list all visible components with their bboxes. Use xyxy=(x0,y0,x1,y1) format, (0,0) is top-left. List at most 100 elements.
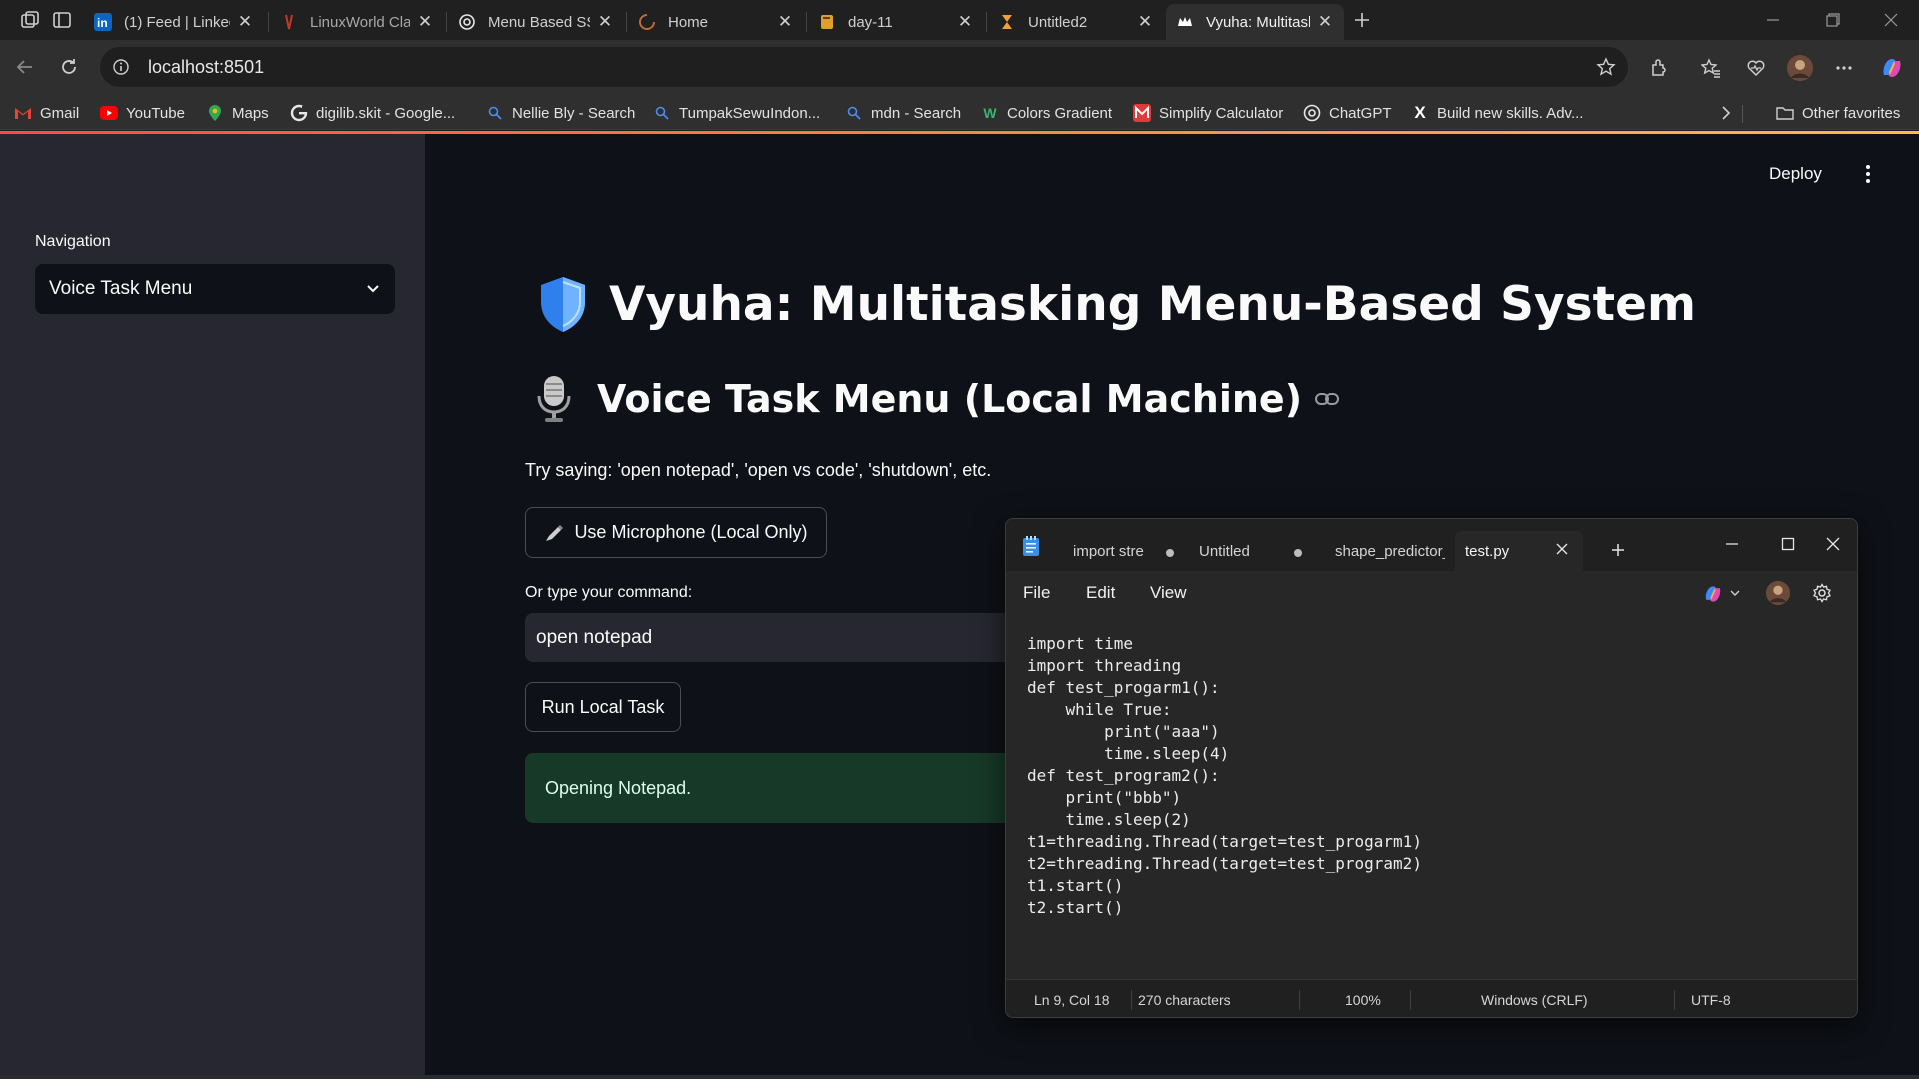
close-window-icon[interactable] xyxy=(1868,4,1914,36)
search-icon xyxy=(653,104,671,122)
minimize-icon[interactable] xyxy=(1712,529,1752,559)
vertical-tabs-icon[interactable] xyxy=(46,6,78,34)
notepad-status-bar: Ln 9, Col 18 270 characters 100% Windows… xyxy=(1006,979,1857,1017)
menu-view[interactable]: View xyxy=(1150,583,1187,603)
hint-text: Try saying: 'open notepad', 'open vs cod… xyxy=(525,460,992,480)
chevron-right-icon[interactable] xyxy=(1720,100,1732,126)
close-icon[interactable] xyxy=(1555,542,1569,556)
close-icon[interactable]: ✕ xyxy=(236,12,254,32)
maximize-icon[interactable] xyxy=(1768,529,1808,559)
deploy-button[interactable]: Deploy xyxy=(1769,164,1822,184)
code-line: print("bbb") xyxy=(1027,788,1182,807)
sidebar: Navigation Voice Task Menu xyxy=(0,134,425,1079)
address-bar[interactable]: localhost:8501 xyxy=(100,47,1628,87)
extensions-icon[interactable] xyxy=(1643,52,1675,84)
favorites-icon[interactable] xyxy=(1695,52,1727,84)
back-arrow-icon[interactable] xyxy=(8,50,42,84)
bookmark-label: Gmail xyxy=(40,104,80,122)
encoding[interactable]: UTF-8 xyxy=(1691,992,1731,1008)
settings-gear-icon[interactable] xyxy=(1812,583,1832,603)
bookmark-digilib[interactable]: digilib.skit - Google... xyxy=(290,100,455,126)
menu-file[interactable]: File xyxy=(1023,583,1050,603)
bookmark-simplify-calculator[interactable]: Simplify Calculator xyxy=(1133,100,1283,126)
tab-title: Home xyxy=(668,13,709,31)
close-icon[interactable]: ✕ xyxy=(776,12,794,32)
new-tab-icon[interactable] xyxy=(1598,535,1638,565)
use-microphone-button[interactable]: Use Microphone (Local Only) xyxy=(525,507,827,558)
browser-tab-untitled2[interactable]: Untitled2 ✕ xyxy=(988,4,1164,40)
notepad-tab-shape-predictor[interactable]: shape_predictor_ xyxy=(1325,531,1455,571)
notepad-text-editor[interactable]: import time import threading def test_pr… xyxy=(1006,615,1857,975)
tab-separator xyxy=(626,12,627,32)
browser-tab-linuxworld[interactable]: LinuxWorld Classroom ✕ xyxy=(270,4,444,40)
openai-icon xyxy=(458,13,476,31)
close-icon[interactable]: ✕ xyxy=(416,12,434,32)
close-icon[interactable]: ✕ xyxy=(1136,12,1154,32)
bookmark-gmail[interactable]: Gmail xyxy=(14,100,79,126)
window-bottom-edge xyxy=(0,1075,1919,1079)
browser-tab-home[interactable]: Home ✕ xyxy=(628,4,804,40)
browser-essentials-icon[interactable] xyxy=(1740,52,1772,84)
close-icon[interactable]: ✕ xyxy=(1316,12,1334,32)
bookmark-youtube[interactable]: YouTube xyxy=(100,100,185,126)
line-ending[interactable]: Windows (CRLF) xyxy=(1481,992,1588,1008)
bookmark-label: Maps xyxy=(232,104,269,122)
bookmark-build-new-skills[interactable]: X Build new skills. Adv... xyxy=(1411,100,1583,126)
browser-tab-linkedin[interactable]: in (1) Feed | LinkedIn ✕ xyxy=(84,4,264,40)
bookmark-tumpaksewu[interactable]: TumpakSewuIndon... xyxy=(653,100,820,126)
notepad-profile-avatar[interactable] xyxy=(1765,580,1791,606)
copilot-icon[interactable] xyxy=(1702,583,1724,605)
status-divider xyxy=(1410,990,1411,1010)
notepad-tab-untitled[interactable]: Untitled xyxy=(1189,531,1289,571)
profile-avatar[interactable] xyxy=(1784,52,1816,84)
page-title: Vyuha: Multitasking Menu-Based System xyxy=(535,274,1696,334)
chevron-down-icon[interactable] xyxy=(1729,587,1741,599)
svg-text:in: in xyxy=(97,16,108,30)
notepad-tab-test-py[interactable]: test.py xyxy=(1455,531,1583,571)
close-icon[interactable]: ✕ xyxy=(956,12,974,32)
link-icon[interactable] xyxy=(1314,390,1340,408)
bookmark-chatgpt[interactable]: ChatGPT xyxy=(1303,100,1392,126)
tab-title: day-11 xyxy=(848,13,893,31)
tab-separator xyxy=(806,12,807,32)
m-logo-icon xyxy=(1133,104,1151,122)
tab-title: (1) Feed | LinkedIn xyxy=(124,13,230,31)
other-favorites-label: Other favorites xyxy=(1802,104,1901,122)
unsaved-dot-icon xyxy=(1294,549,1302,557)
copilot-icon[interactable] xyxy=(1876,52,1908,84)
navigation-select[interactable]: Voice Task Menu xyxy=(35,264,395,314)
favorite-star-icon[interactable] xyxy=(1596,57,1616,77)
shield-icon xyxy=(535,274,591,334)
tab-separator xyxy=(446,12,447,32)
more-options-icon[interactable] xyxy=(1828,52,1860,84)
browser-tab-day-11[interactable]: day-11 ✕ xyxy=(808,4,984,40)
reload-icon[interactable] xyxy=(52,50,86,84)
menu-edit[interactable]: Edit xyxy=(1086,583,1115,603)
browser-tab-vyuha[interactable]: Vyuha: Multitasking M ✕ xyxy=(1166,4,1344,40)
close-window-icon[interactable] xyxy=(1813,529,1853,559)
other-favorites[interactable]: Other favorites xyxy=(1776,100,1900,126)
bookmark-label: ChatGPT xyxy=(1329,104,1392,122)
close-icon[interactable]: ✕ xyxy=(596,12,614,32)
browser-toolbar: localhost:8501 xyxy=(0,40,1919,95)
run-local-task-button[interactable]: Run Local Task xyxy=(525,682,681,732)
browser-tab-menu-ssh[interactable]: Menu Based SSH Con ✕ xyxy=(448,4,624,40)
bookmark-maps[interactable]: Maps xyxy=(206,100,269,126)
main-menu-icon[interactable] xyxy=(1858,161,1878,187)
notepad-tab-import-stre[interactable]: import stre xyxy=(1063,531,1163,571)
bookmark-mdn[interactable]: mdn - Search xyxy=(845,100,961,126)
bookmark-colors-gradient[interactable]: W Colors Gradient xyxy=(981,100,1112,126)
chevron-down-icon xyxy=(365,281,381,297)
bookmark-nellie-bly[interactable]: Nellie Bly - Search xyxy=(486,100,635,126)
notepad-tab-label: Untitled xyxy=(1199,542,1250,560)
new-tab-button[interactable] xyxy=(1346,6,1378,34)
code-line: print("aaa") xyxy=(1027,722,1220,741)
restore-icon[interactable] xyxy=(1810,4,1856,36)
minimize-icon[interactable] xyxy=(1750,4,1796,36)
tab-title: Menu Based SSH Con xyxy=(488,13,590,31)
site-info-icon[interactable] xyxy=(112,58,130,76)
workspaces-icon[interactable] xyxy=(14,6,46,34)
bookmarks-bar: Gmail YouTube Maps digilib.skit - Google… xyxy=(0,95,1919,130)
character-count: 270 characters xyxy=(1138,992,1231,1008)
zoom-level[interactable]: 100% xyxy=(1345,992,1381,1008)
